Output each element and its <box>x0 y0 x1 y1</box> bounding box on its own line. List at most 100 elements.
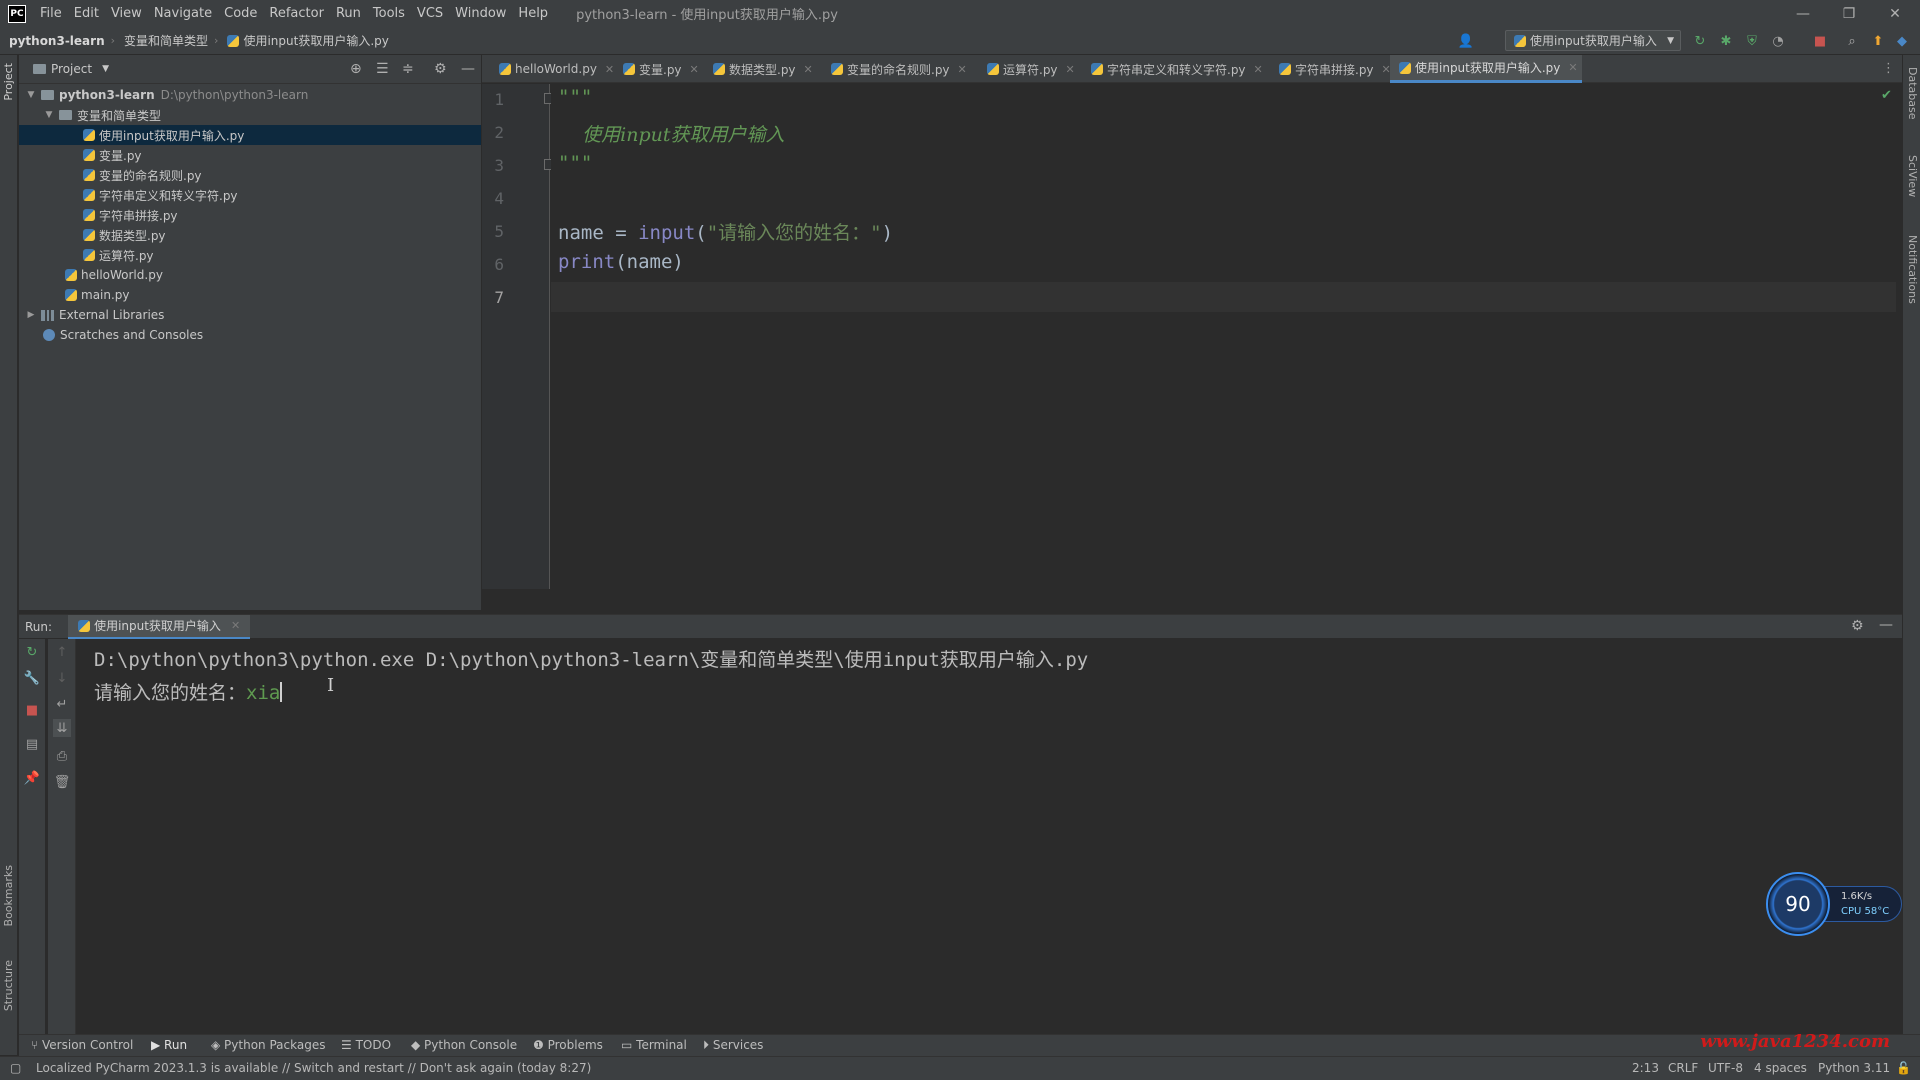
tree-item-file[interactable]: 变量.py <box>19 145 481 165</box>
menu-edit[interactable]: Edit <box>74 6 99 21</box>
close-icon[interactable]: ✕ <box>1568 61 1577 74</box>
indent-setting[interactable]: 4 spaces <box>1754 1061 1807 1075</box>
menu-run[interactable]: Run <box>336 6 361 21</box>
minimize-button[interactable]: — <box>1780 0 1826 27</box>
menu-view[interactable]: View <box>111 6 142 21</box>
services-tool[interactable]: ⏵ Services <box>703 1038 763 1053</box>
editor-tab[interactable]: 数据类型.py ✕ <box>704 55 813 83</box>
close-icon[interactable]: ✕ <box>690 63 699 76</box>
menu-navigate[interactable]: Navigate <box>154 6 212 21</box>
hide-icon[interactable]: — <box>461 61 475 77</box>
lock-icon[interactable]: 🔓 <box>1896 1061 1911 1075</box>
tree-item-file[interactable]: 变量的命名规则.py <box>19 165 481 185</box>
wrench-icon[interactable]: 🔧 <box>23 669 41 687</box>
gear-icon[interactable]: ⚙ <box>434 61 447 77</box>
plugin-icon[interactable]: ◆ <box>1894 33 1910 49</box>
layout-icon[interactable]: ▤ <box>23 735 41 753</box>
scroll-to-end-icon[interactable]: ⇊ <box>53 719 71 737</box>
close-icon[interactable]: ✕ <box>804 63 813 76</box>
tree-item-file[interactable]: 数据类型.py <box>19 225 481 245</box>
version-control-tool[interactable]: ⑂ Version Control <box>31 1038 133 1052</box>
editor-tab[interactable]: 运算符.py ✕ <box>978 55 1075 83</box>
status-toggle-icon[interactable]: ▢ <box>10 1061 21 1075</box>
caret-position[interactable]: 2:13 <box>1632 1061 1659 1075</box>
search-icon[interactable]: ⌕ <box>1844 33 1860 49</box>
menu-help[interactable]: Help <box>518 6 548 21</box>
arrow-down-icon[interactable]: ↓ <box>53 669 71 687</box>
performance-widget[interactable]: 1.6K/s CPU 58°C 90 <box>1766 872 1906 936</box>
menu-file[interactable]: File <box>40 6 62 21</box>
expand-all-icon[interactable]: ☰ <box>376 61 389 77</box>
update-icon[interactable]: ⬆ <box>1870 33 1886 49</box>
run-tool[interactable]: ▶ Run <box>151 1038 187 1052</box>
close-icon[interactable]: ✕ <box>605 63 614 76</box>
editor-tab[interactable]: helloWorld.py ✕ <box>490 55 614 83</box>
rerun-icon[interactable]: ↻ <box>1692 33 1708 49</box>
inspection-ok-icon[interactable]: ✔ <box>1881 88 1892 103</box>
run-tab[interactable]: 使用input获取用户输入 ✕ <box>68 614 251 639</box>
close-icon[interactable]: ✕ <box>1066 63 1075 76</box>
collapse-all-icon[interactable]: ≑ <box>402 61 414 77</box>
sciview-tool-button[interactable]: SciView <box>1906 155 1919 197</box>
menu-tools[interactable]: Tools <box>373 6 405 21</box>
gear-icon[interactable]: ⚙ <box>1851 618 1864 634</box>
tree-item-file[interactable]: helloWorld.py <box>19 265 481 285</box>
more-tabs-icon[interactable]: ⋮ <box>1882 61 1895 76</box>
user-icon[interactable]: 👤 <box>1458 33 1474 49</box>
python-console-tool[interactable]: ◆ Python Console <box>411 1038 517 1052</box>
tree-item-external-libraries[interactable]: ▶ External Libraries <box>19 305 481 325</box>
tree-item-folder[interactable]: ▼ 变量和简单类型 <box>19 105 481 125</box>
arrow-up-icon[interactable]: ↑ <box>53 643 71 661</box>
stop-icon[interactable]: ■ <box>23 701 41 719</box>
pin-icon[interactable]: 📌 <box>23 769 41 787</box>
coverage-icon[interactable]: ⛨ <box>1744 33 1760 49</box>
debug-icon[interactable]: ✱ <box>1718 33 1734 49</box>
close-icon[interactable]: ✕ <box>1254 63 1263 76</box>
code-editor[interactable]: """ 使用input获取用户输入 """ name = input("请输入您… <box>551 84 1902 589</box>
breadcrumb-folder[interactable]: 变量和简单类型 <box>115 32 208 49</box>
stop-icon[interactable]: ■ <box>1812 33 1828 49</box>
print-icon[interactable]: ⎙ <box>53 747 71 765</box>
line-separator[interactable]: CRLF <box>1668 1061 1698 1075</box>
profile-icon[interactable]: ◔ <box>1770 33 1786 49</box>
editor-tab[interactable]: 变量.py ✕ <box>614 55 699 83</box>
console-user-input[interactable]: xia <box>246 682 280 704</box>
locate-icon[interactable]: ⊕ <box>350 61 362 77</box>
close-window-button[interactable]: ✕ <box>1872 0 1918 27</box>
project-view-select[interactable]: Project <box>51 62 92 76</box>
database-tool-button[interactable]: Database <box>1906 67 1919 120</box>
tree-item-file[interactable]: 字符串拼接.py <box>19 205 481 225</box>
tree-item-file[interactable]: 使用input获取用户输入.py <box>19 125 481 145</box>
problems-tool[interactable]: ❶ Problems <box>533 1038 603 1052</box>
close-icon[interactable]: ✕ <box>231 619 240 632</box>
notifications-tool-button[interactable]: Notifications <box>1906 235 1919 304</box>
python-packages-tool[interactable]: ◈ Python Packages <box>211 1038 325 1052</box>
breadcrumb-project[interactable]: python3-learn <box>0 34 105 48</box>
python-interpreter[interactable]: Python 3.11 <box>1818 1061 1890 1075</box>
trash-icon[interactable]: 🗑 <box>53 773 71 791</box>
menu-code[interactable]: Code <box>224 6 257 21</box>
file-encoding[interactable]: UTF-8 <box>1708 1061 1743 1075</box>
project-tool-button[interactable]: Project <box>2 63 15 101</box>
tree-item-root[interactable]: ▼ python3-learn D:\python\python3-learn <box>19 85 481 105</box>
run-console[interactable]: D:\python\python3\python.exe D:\python\p… <box>77 639 1902 1034</box>
tree-item-file[interactable]: 运算符.py <box>19 245 481 265</box>
chevron-down-icon[interactable]: ▼ <box>102 64 109 74</box>
menu-vcs[interactable]: VCS <box>417 6 443 21</box>
editor-tab-active[interactable]: 使用input获取用户输入.py ✕ <box>1390 55 1582 83</box>
soft-wrap-icon[interactable]: ↵ <box>53 695 71 713</box>
breadcrumb-file[interactable]: 使用input获取用户输入.py <box>218 32 389 49</box>
structure-tool-button[interactable]: Structure <box>2 960 15 1011</box>
menu-refactor[interactable]: Refactor <box>269 6 324 21</box>
todo-tool[interactable]: ☰ TODO <box>341 1038 391 1052</box>
terminal-tool[interactable]: ▭ Terminal <box>621 1038 687 1052</box>
run-configuration-select[interactable]: 使用input获取用户输入 ▼ <box>1505 30 1681 51</box>
tree-item-scratches[interactable]: Scratches and Consoles <box>19 325 481 345</box>
restore-button[interactable]: ❐ <box>1826 0 1872 27</box>
tree-item-file[interactable]: main.py <box>19 285 481 305</box>
hide-icon[interactable]: — <box>1879 617 1893 633</box>
menu-window[interactable]: Window <box>455 6 506 21</box>
rerun-icon[interactable]: ↻ <box>23 643 41 661</box>
close-icon[interactable]: ✕ <box>958 63 967 76</box>
editor-tab[interactable]: 变量的命名规则.py ✕ <box>822 55 967 83</box>
